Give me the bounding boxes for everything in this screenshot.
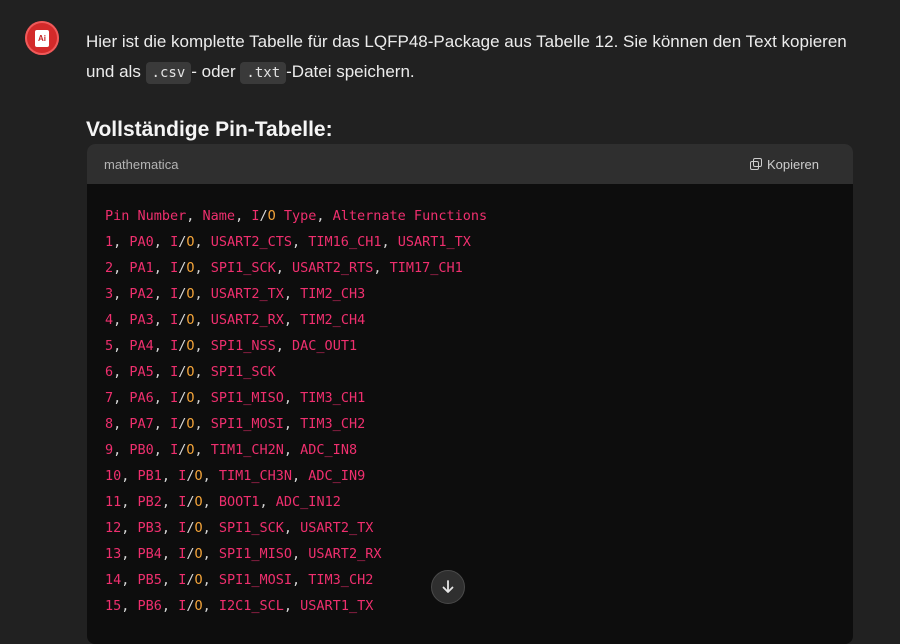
code-body: Pin Number, Name, I/O Type, Alternate Fu…	[87, 184, 853, 619]
code-line: 4, PA3, I/O, USART2_RX, TIM2_CH4	[105, 312, 366, 328]
code-line: 1, PA0, I/O, USART2_CTS, TIM16_CH1, USAR…	[105, 234, 471, 250]
code-line: 3, PA2, I/O, USART2_TX, TIM2_CH3	[105, 286, 366, 302]
code-line: 8, PA7, I/O, SPI1_MOSI, TIM3_CH2	[105, 416, 366, 432]
code-line: 15, PB6, I/O, I2C1_SCL, USART1_TX	[105, 598, 374, 614]
intro-text-3: -Datei speichern.	[286, 62, 415, 81]
code-line: 13, PB4, I/O, SPI1_MISO, USART2_RX	[105, 546, 382, 562]
copy-button[interactable]: Kopieren	[749, 156, 819, 172]
assistant-avatar: Ai	[25, 21, 59, 55]
code-line: 7, PA6, I/O, SPI1_MISO, TIM3_CH1	[105, 390, 366, 406]
pdf-icon: Ai	[35, 29, 49, 47]
code-line: 2, PA1, I/O, SPI1_SCK, USART2_RTS, TIM17…	[105, 260, 463, 276]
message-content: Hier ist die komplette Tabelle für das L…	[86, 27, 853, 145]
code-line: 12, PB3, I/O, SPI1_SCK, USART2_TX	[105, 520, 374, 536]
arrow-down-icon	[442, 580, 454, 593]
intro-text-2: - oder	[191, 62, 241, 81]
code-block-header: mathematica Kopieren	[87, 144, 853, 184]
code-line: 11, PB2, I/O, BOOT1, ADC_IN12	[105, 494, 341, 510]
avatar-label: Ai	[38, 33, 46, 43]
section-heading: Vollständige Pin-Tabelle:	[86, 118, 333, 141]
inline-code-txt: .txt	[240, 62, 287, 84]
copy-icon	[749, 158, 762, 170]
code-line: 9, PB0, I/O, TIM1_CH2N, ADC_IN8	[105, 442, 358, 458]
intro-paragraph: Hier ist die komplette Tabelle für das L…	[86, 27, 853, 88]
code-line: 10, PB1, I/O, TIM1_CH3N, ADC_IN9	[105, 468, 366, 484]
code-block: mathematica Kopieren Pin Number, Name, I…	[87, 144, 853, 644]
code-line: 5, PA4, I/O, SPI1_NSS, DAC_OUT1	[105, 338, 358, 354]
code-line: 6, PA5, I/O, SPI1_SCK	[105, 364, 276, 380]
scroll-down-button[interactable]	[431, 570, 465, 604]
copy-button-label: Kopieren	[766, 156, 819, 172]
code-line: Pin Number, Name, I/O Type, Alternate Fu…	[105, 208, 488, 224]
code-line: 14, PB5, I/O, SPI1_MOSI, TIM3_CH2	[105, 572, 374, 588]
code-language-label: mathematica	[104, 156, 179, 172]
inline-code-csv: .csv	[145, 62, 192, 84]
